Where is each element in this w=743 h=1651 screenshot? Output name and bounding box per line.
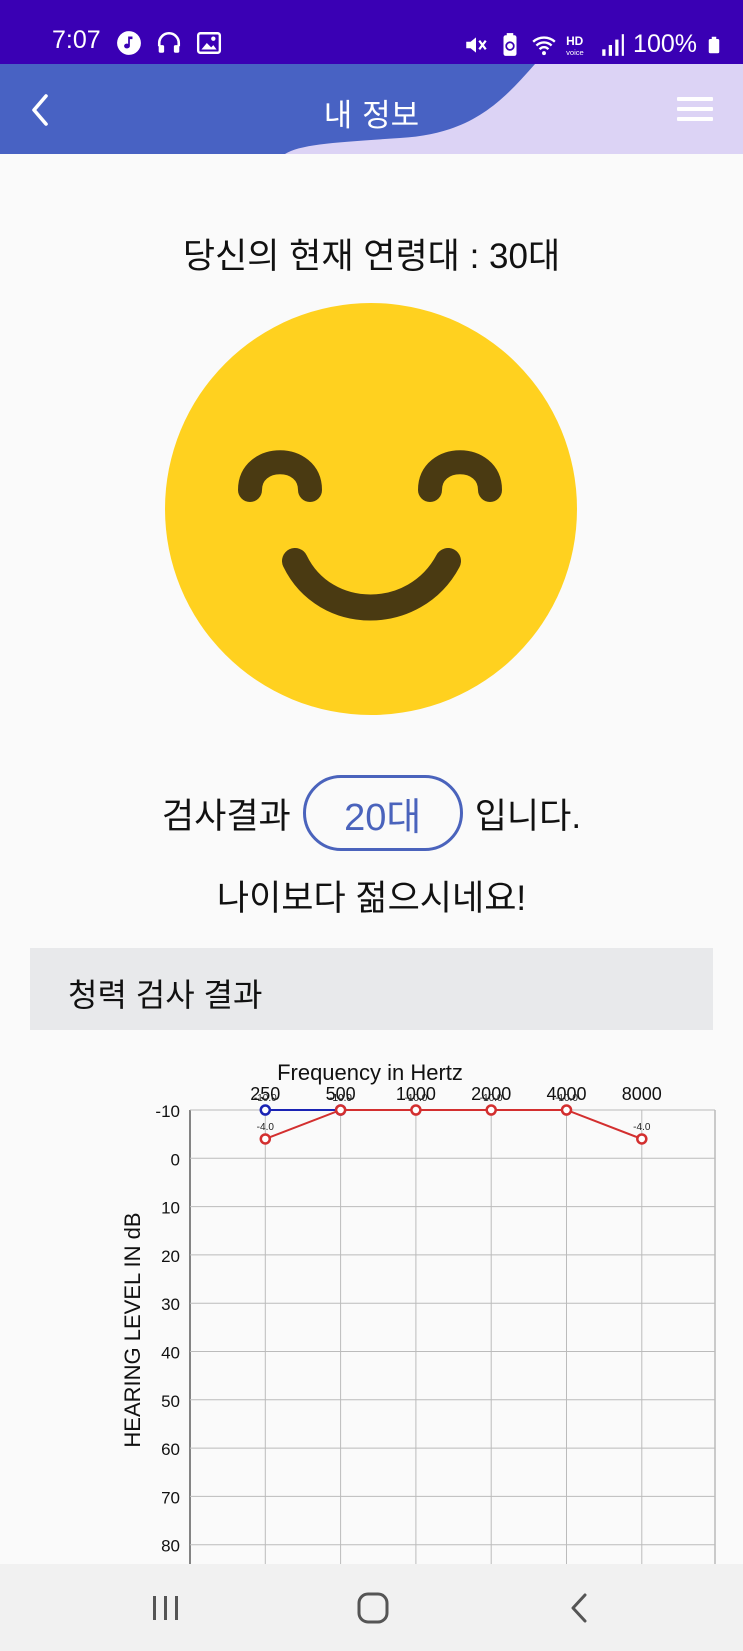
music-app-icon — [117, 31, 141, 55]
svg-text:voice: voice — [566, 47, 584, 56]
chart-data-label: -10.0 — [555, 1093, 578, 1104]
home-button[interactable] — [351, 1586, 395, 1630]
chart-title: Frequency in Hertz — [277, 1060, 463, 1085]
section-title: 청력 검사 결과 — [68, 977, 263, 1013]
recent-apps-button[interactable] — [144, 1586, 188, 1630]
chart-data-label: -10.0 — [254, 1093, 277, 1104]
chart-y-tick-label: 50 — [161, 1392, 180, 1411]
chart-series-line — [264, 1109, 643, 1140]
gallery-icon — [196, 32, 222, 54]
headphones-icon — [157, 31, 181, 53]
chart-data-point — [259, 1133, 272, 1145]
chart-y-tick-label: -10 — [155, 1102, 180, 1121]
system-nav-bar — [0, 1564, 743, 1651]
app-header: 내 정보 — [0, 64, 743, 154]
result-message: 나이보다 젊으시네요! — [216, 879, 527, 918]
hd-voice-icon: HDvoice — [566, 34, 584, 57]
chart-data-point — [259, 1104, 272, 1116]
chart-data-point — [334, 1104, 347, 1116]
battery-percent: 100% — [633, 30, 697, 58]
chart-data-point — [485, 1104, 497, 1116]
mute-icon — [466, 36, 487, 53]
chart-x-tick-label: 8000 — [622, 1084, 662, 1104]
status-time: 7:07 — [52, 26, 101, 54]
chart-y-tick-label: 20 — [161, 1247, 180, 1266]
chart-y-tick-label: 70 — [161, 1488, 180, 1507]
menu-line-icon — [677, 117, 713, 121]
chart-y-tick-label: 10 — [161, 1199, 180, 1218]
wifi-icon — [532, 35, 556, 55]
audiogram-chart: Frequency in Hertz HEARING LEVEL IN dB -… — [120, 1060, 716, 1564]
smiley-face-icon — [165, 303, 577, 715]
menu-line-icon — [677, 107, 713, 111]
hearing-test-section-header: 청력 검사 결과 — [30, 948, 713, 1030]
status-left-icons — [116, 30, 222, 56]
back-nav-button[interactable] — [559, 1586, 603, 1630]
menu-line-icon — [677, 97, 713, 101]
chart-y-tick-label: 40 — [161, 1344, 180, 1363]
status-right-icons: HD voice 100% — [463, 30, 723, 59]
chart-data-point — [560, 1104, 573, 1116]
battery-saver-icon — [503, 32, 517, 56]
page-title: 내 정보 — [323, 98, 420, 134]
chart-data-point — [636, 1133, 648, 1145]
chart-data-label: -10.0 — [405, 1093, 428, 1104]
result-age-badge: 20대 — [302, 775, 463, 851]
status-bar: 7:07 HD voice 100% — [0, 0, 743, 64]
chart-data-label: -10.0 — [480, 1093, 503, 1104]
result-prefix: 검사결과 — [161, 796, 291, 836]
menu-button[interactable] — [677, 97, 713, 123]
svg-text:HD: HD — [566, 34, 584, 48]
result-line: 검사결과 20대 입니다. — [0, 775, 743, 851]
chart-y-tick-label: 60 — [161, 1440, 180, 1459]
chart-data-label: -10.0 — [329, 1093, 352, 1104]
chart-data-label: -4.0 — [257, 1122, 275, 1133]
chart-y-tick-label: 0 — [171, 1150, 180, 1169]
result-suffix: 입니다. — [474, 796, 582, 836]
chart-y-tick-label: 30 — [161, 1295, 180, 1314]
signal-icon — [602, 33, 624, 56]
age-heading: 당신의 현재 연령대 : 30대 — [182, 237, 561, 276]
chart-data-label: -4.0 — [633, 1122, 651, 1133]
chart-y-tick-label: 80 — [161, 1537, 180, 1556]
chart-data-point — [410, 1104, 422, 1116]
battery-icon — [708, 36, 720, 53]
chart-y-axis-label: HEARING LEVEL IN dB — [120, 1212, 145, 1447]
